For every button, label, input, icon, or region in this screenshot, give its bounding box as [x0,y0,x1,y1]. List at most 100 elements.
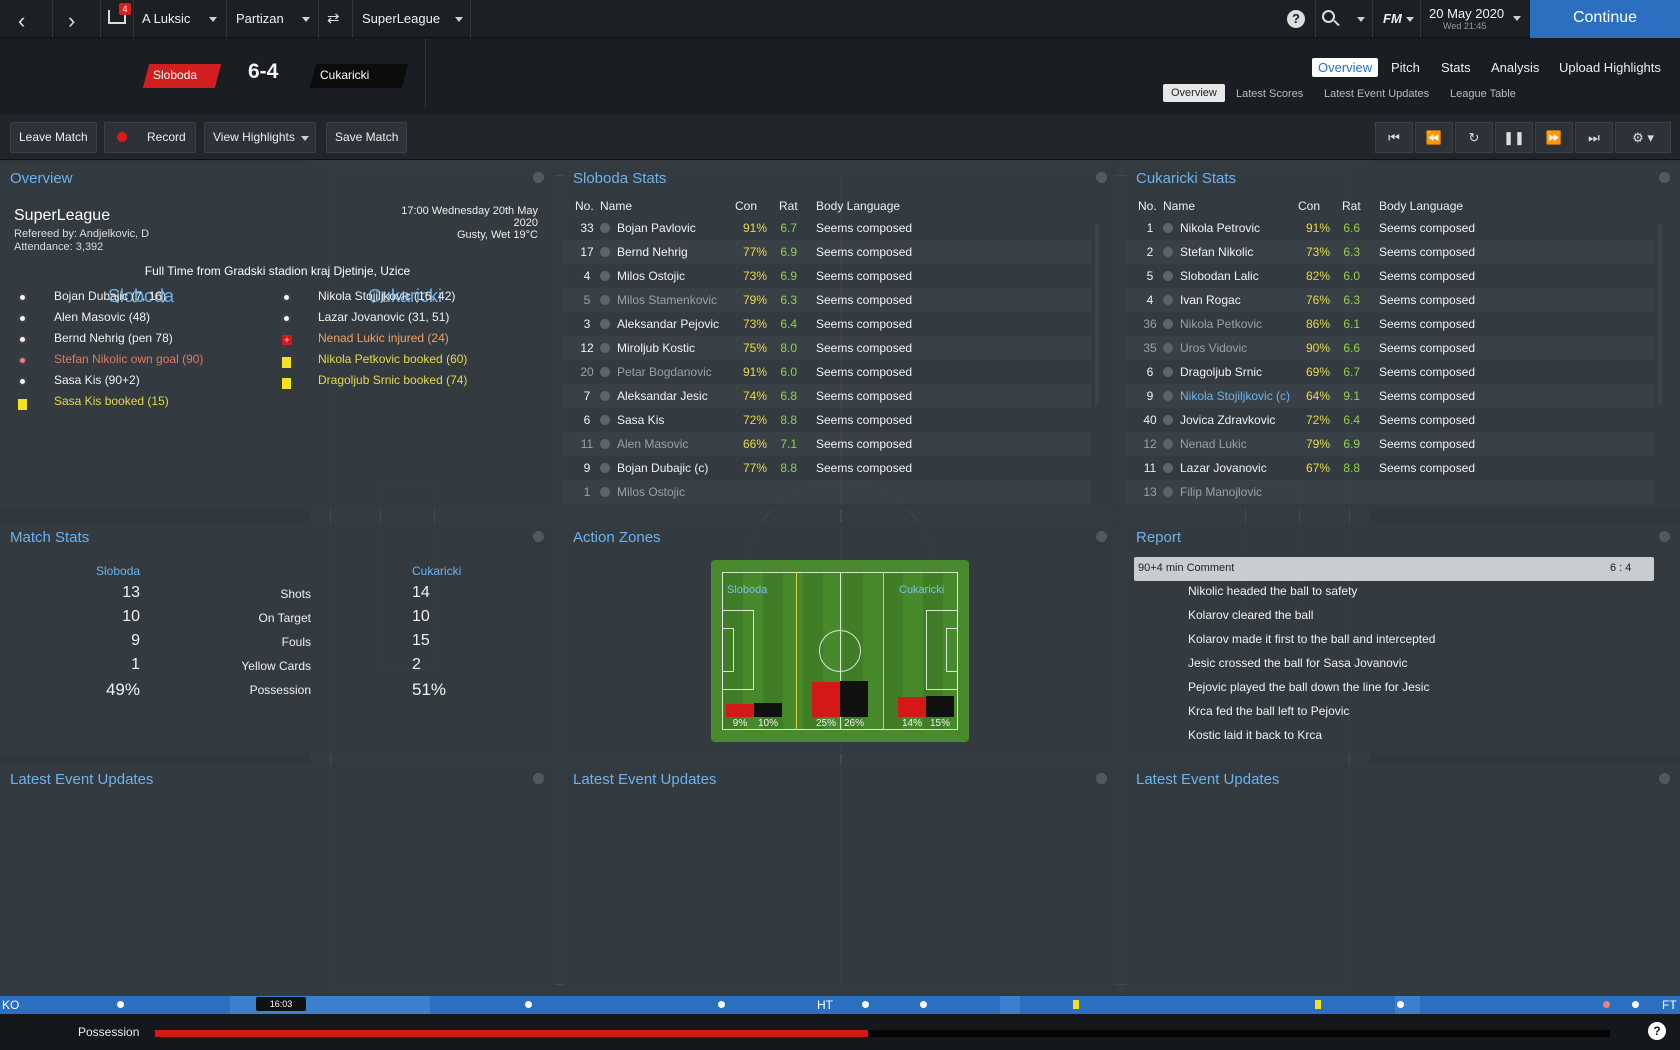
table-row[interactable]: 5 Slobodan Lalic 82% 6.0 Seems composed [1126,264,1654,288]
info-icon[interactable] [1163,271,1173,281]
goal-marker-icon[interactable] [718,1001,725,1008]
player-name[interactable]: Sasa Kis [617,408,747,432]
goal-marker-icon[interactable] [920,1001,927,1008]
timeline-marker[interactable]: 16:03 [256,997,306,1011]
table-header[interactable]: No. [1138,199,1157,213]
help-icon[interactable]: ? [1287,10,1305,28]
chevron-down-icon[interactable] [1357,17,1365,22]
back-arrow-icon[interactable]: ‹ [18,8,25,34]
info-icon[interactable] [1163,343,1173,353]
settings-gear-icon[interactable]: ⚙ ▾ [1615,122,1671,153]
info-icon[interactable] [600,415,610,425]
table-row[interactable]: 40 Jovica Zdravkovic 72% 6.4 Seems composed [1126,408,1654,432]
table-row[interactable]: 12 Nenad Lukic 79% 6.9 Seems composed [1126,432,1654,456]
table-header[interactable]: Body Language [816,199,900,213]
competition-menu[interactable]: SuperLeague [362,11,440,26]
subtab-league-table[interactable]: League Table [1450,88,1516,100]
info-icon[interactable] [600,223,610,233]
panel-menu-icon[interactable] [1096,172,1107,183]
player-name[interactable]: Stefan Nikolic [1180,240,1310,264]
player-name[interactable]: Aleksandar Pejovic [617,312,747,336]
info-icon[interactable] [1163,223,1173,233]
panel-menu-icon[interactable] [533,172,544,183]
table-header[interactable]: Body Language [1379,199,1463,213]
subtab-latest-event-updates[interactable]: Latest Event Updates [1324,88,1429,100]
table-header[interactable]: Rat [1342,199,1361,213]
info-icon[interactable] [600,295,610,305]
panel-menu-icon[interactable] [533,531,544,542]
table-row[interactable]: 6 Dragoljub Srnic 69% 6.7 Seems composed [1126,360,1654,384]
scrollbar[interactable] [1658,224,1662,404]
own-goal-marker-icon[interactable] [1603,1001,1610,1008]
player-name[interactable]: Bojan Pavlovic [617,216,747,240]
table-row[interactable]: 11 Alen Masovic 66% 7.1 Seems composed [563,432,1091,456]
table-row[interactable]: 12 Miroljub Kostic 75% 8.0 Seems composed [563,336,1091,360]
subtab-overview[interactable]: Overview [1163,84,1225,102]
panel-menu-icon[interactable] [1659,172,1670,183]
info-icon[interactable] [600,463,610,473]
table-row[interactable]: 5 Milos Stamenkovic 79% 6.3 Seems composed [563,288,1091,312]
player-name[interactable]: Bernd Nehrig [617,240,747,264]
chevron-down-icon[interactable] [209,17,217,22]
info-icon[interactable] [600,247,610,257]
chevron-down-icon[interactable] [1513,16,1521,21]
yellow-card-icon[interactable] [1073,1000,1079,1009]
player-name[interactable]: Filip Manojlovic [1180,480,1310,504]
home-team-name[interactable]: Sloboda [153,68,197,82]
info-icon[interactable] [600,439,610,449]
player-name[interactable]: Dragoljub Srnic [1180,360,1310,384]
player-name[interactable]: Nikola Stojiljkovic (c) [1180,384,1310,408]
player-name[interactable]: Milos Stamenkovic [617,288,747,312]
continue-button[interactable]: Continue [1530,0,1680,38]
manager-menu[interactable]: A Luksic [142,11,190,26]
info-icon[interactable] [600,271,610,281]
info-icon[interactable] [1163,247,1173,257]
player-name[interactable]: Lazar Jovanovic [1180,456,1310,480]
goal-marker-icon[interactable] [1632,1001,1639,1008]
info-icon[interactable] [600,343,610,353]
table-row[interactable]: 36 Nikola Petkovic 86% 6.1 Seems composed [1126,312,1654,336]
info-icon[interactable] [600,487,610,497]
subtab-latest-scores[interactable]: Latest Scores [1236,88,1303,100]
fm-logo[interactable]: FM [1383,11,1402,26]
table-row[interactable]: 6 Sasa Kis 72% 8.8 Seems composed [563,408,1091,432]
player-name[interactable]: Alen Masovic [617,432,747,456]
forward-arrow-icon[interactable]: › [68,8,75,34]
club-menu[interactable]: Partizan [236,11,284,26]
table-row[interactable]: 11 Lazar Jovanovic 67% 8.8 Seems composed [1126,456,1654,480]
table-row[interactable]: 4 Milos Ostojic 73% 6.9 Seems composed [563,264,1091,288]
panel-menu-icon[interactable] [1096,773,1107,784]
table-row[interactable]: 3 Aleksandar Pejovic 73% 6.4 Seems composed [563,312,1091,336]
swap-icon[interactable]: ⇄ [327,9,340,27]
goal-marker-icon[interactable] [525,1001,532,1008]
table-header[interactable]: No. [575,199,594,213]
panel-menu-icon[interactable] [1659,531,1670,542]
table-row[interactable]: 33 Bojan Pavlovic 91% 6.7 Seems composed [563,216,1091,240]
player-name[interactable]: Aleksandar Jesic [617,384,747,408]
rewind-icon[interactable]: ⏪ [1415,122,1453,153]
info-icon[interactable] [1163,295,1173,305]
match-timeline[interactable]: KO HT FT 16:03 [0,996,1680,1014]
table-header[interactable]: Con [735,199,757,213]
table-header[interactable]: Name [600,199,632,213]
table-row[interactable]: 1 Milos Ostojic [563,480,1091,504]
info-icon[interactable] [1163,439,1173,449]
chevron-down-icon[interactable] [302,17,310,22]
table-row[interactable]: 7 Aleksandar Jesic 74% 6.8 Seems composed [563,384,1091,408]
goal-marker-icon[interactable] [117,1001,124,1008]
player-name[interactable]: Slobodan Lalic [1180,264,1310,288]
table-row[interactable]: 2 Stefan Nikolic 73% 6.3 Seems composed [1126,240,1654,264]
tab-upload-highlights[interactable]: Upload Highlights [1559,60,1661,75]
chevron-down-icon[interactable] [455,17,463,22]
info-icon[interactable] [600,367,610,377]
info-icon[interactable] [1163,463,1173,473]
tab-overview[interactable]: Overview [1312,58,1379,77]
scrollbar[interactable] [1095,224,1099,404]
table-header[interactable]: Con [1298,199,1320,213]
player-name[interactable]: Miroljub Kostic [617,336,747,360]
away-team-name[interactable]: Cukaricki [320,68,369,82]
goal-marker-icon[interactable] [1397,1001,1404,1008]
chevron-down-icon[interactable] [1406,17,1414,22]
player-name[interactable]: Uros Vidovic [1180,336,1310,360]
info-icon[interactable] [600,319,610,329]
